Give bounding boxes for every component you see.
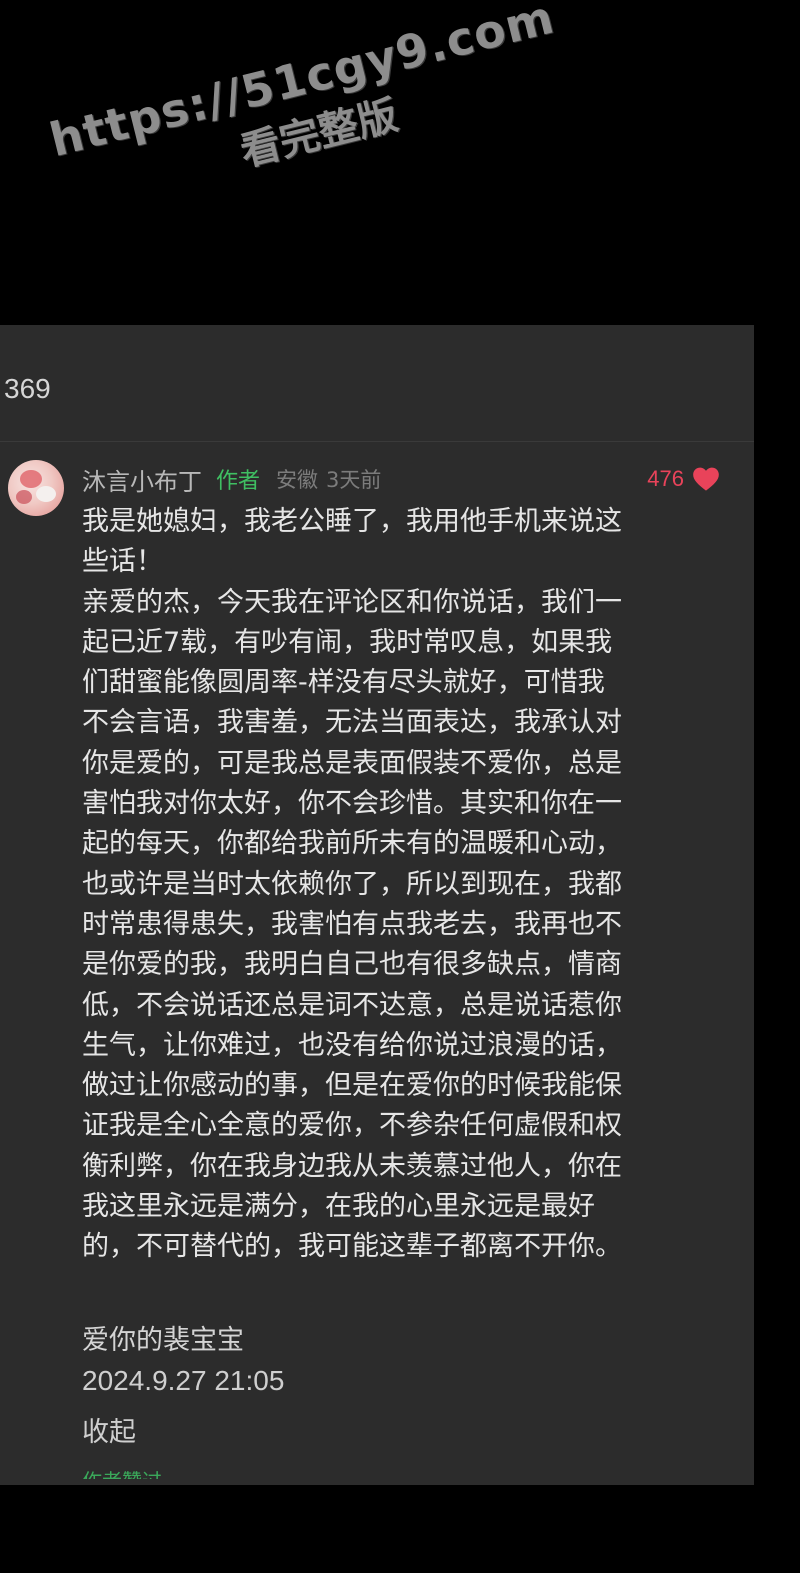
comment-line: 起已近7载，有吵有闹，我时常叹息，如果我 — [82, 626, 613, 658]
divider — [0, 441, 754, 442]
comment-line: 生气，让你难过，也没有给你说过浪漫的话， — [82, 1029, 622, 1061]
collapse-button[interactable]: 收起 — [82, 1410, 136, 1449]
comment-panel: 369 沐言小布丁 作者 安徽 3天前 476 我是她媳妇，我老公睡了，我用他手… — [0, 325, 754, 1485]
avatar-decor — [20, 470, 42, 488]
watermark: https://51cgy9.com 看完整版 — [10, 0, 565, 214]
author-badge: 作者 — [216, 469, 261, 494]
comment-line: 做过让你感动的事，但是在爱你的时候我能保 — [82, 1070, 622, 1102]
comment-line: 害怕我对你太好，你不会珍惜。其实和你在一 — [82, 788, 622, 820]
comment-line: 你是爱的，可是我总是表面假装不爱你，总是 — [82, 747, 622, 779]
location-label: 安徽 — [276, 468, 319, 492]
heart-icon — [693, 467, 719, 491]
avatar-decor — [36, 486, 56, 502]
comment-line: 起的每天，你都给我前所未有的温暖和心动， — [82, 828, 622, 860]
comment-line: 们甜蜜能像圆周率-样没有尽头就好，可惜我 — [82, 667, 605, 699]
comment-meta: 沐言小布丁 作者 安徽 3天前 — [82, 462, 381, 496]
comment-line: 证我是全心全意的爱你，不参杂任何虚假和权 — [82, 1110, 622, 1142]
author-liked-label: 作者赞过 — [82, 1465, 162, 1479]
avatar[interactable] — [8, 460, 64, 516]
time-ago-label: 3天前 — [326, 468, 382, 492]
comment-line: 亲爱的杰，今天我在评论区和你说话，我们一 — [82, 586, 622, 618]
comment-line: 我这里永远是满分，在我的心里永远是最好 — [82, 1191, 595, 1223]
comment-line: 时常患得患失，我害怕有点我老去，我再也不 — [82, 908, 622, 940]
avatar-decor — [16, 490, 32, 504]
comment-line: 低，不会说话还总是词不达意，总是说话惹你 — [82, 989, 622, 1021]
comment-line: 衡利弊，你在我身边我从未羡慕过他人，你在 — [82, 1150, 622, 1182]
comment-line: 是你爱的我，我明白自己也有很多缺点，情商 — [82, 949, 622, 981]
comment-body: 我是她媳妇，我老公睡了，我用他手机来说这 些话！ 亲爱的杰，今天我在评论区和你说… — [82, 502, 722, 1268]
comment-line: 我是她媳妇，我老公睡了，我用他手机来说这 — [82, 506, 622, 537]
comment-line: 不会言语，我害羞，无法当面表达，我承认对 — [82, 707, 622, 739]
comment-line: 的，不可替代的，我可能这辈子都离不开你。 — [82, 1231, 622, 1263]
like-count: 476 — [647, 466, 684, 491]
comment-signature: 爱你的裴宝宝 — [82, 1325, 244, 1356]
comment-date: 2024.9.27 21:05 — [82, 1365, 285, 1396]
comment-count: 369 — [4, 373, 51, 404]
like-button[interactable]: 476 — [647, 462, 720, 496]
username[interactable]: 沐言小布丁 — [82, 462, 202, 497]
comment-line: 些话！ — [82, 546, 163, 578]
comment-line: 也或许是当时太依赖你了，所以到现在，我都 — [82, 868, 622, 900]
